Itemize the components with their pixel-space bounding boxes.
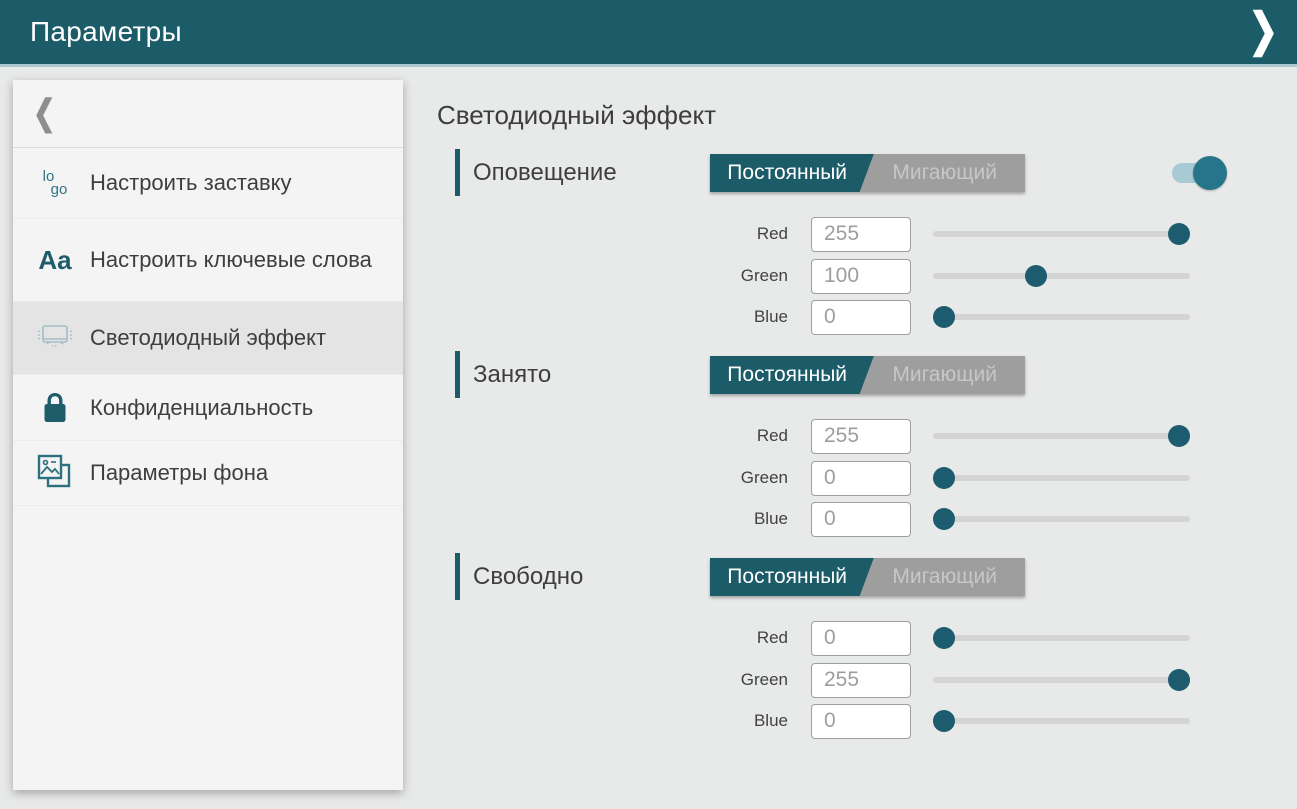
- blue-slider[interactable]: [933, 306, 1190, 328]
- toggle-knob: [1193, 156, 1227, 190]
- sidebar-item-keywords[interactable]: Aa Настроить ключевые слова: [13, 219, 403, 302]
- slider-thumb[interactable]: [1168, 223, 1190, 245]
- mode-blinking-option[interactable]: Мигающий: [864, 356, 1025, 394]
- red-label: Red: [455, 224, 788, 244]
- green-label: Green: [455, 468, 788, 488]
- lock-icon: [33, 391, 77, 425]
- section-accent-bar: [455, 149, 460, 196]
- sidebar-item-label: Настроить заставку: [90, 170, 292, 196]
- red-slider[interactable]: [933, 627, 1190, 649]
- channel-row-green: Green: [455, 255, 1190, 297]
- sidebar: ❮ logo Настроить заставку Aa Настроить к…: [13, 80, 403, 790]
- blue-label: Blue: [455, 711, 788, 731]
- blue-slider[interactable]: [933, 710, 1190, 732]
- alert-enabled-toggle[interactable]: [1172, 155, 1232, 191]
- header-bar: Параметры ❯: [0, 0, 1297, 67]
- section-accent-bar: [455, 553, 460, 600]
- section-alert: Оповещение Постоянный Мигающий Red Green: [455, 149, 1297, 349]
- red-value-input[interactable]: [811, 217, 911, 252]
- sidebar-item-label: Настроить ключевые слова: [90, 247, 372, 273]
- section-free: Свободно Постоянный Мигающий Red Green B…: [455, 553, 1297, 753]
- blue-label: Blue: [455, 509, 788, 529]
- mode-segmented-control: Постоянный Мигающий: [710, 558, 1025, 596]
- green-value-input[interactable]: [811, 259, 911, 294]
- slider-thumb[interactable]: [933, 710, 955, 732]
- mode-segmented-control: Постоянный Мигающий: [710, 356, 1025, 394]
- mode-solid-option[interactable]: Постоянный: [710, 356, 864, 394]
- channel-row-blue: Blue: [455, 498, 1190, 540]
- channel-row-blue: Blue: [455, 296, 1190, 338]
- sidebar-item-label: Светодиодный эффект: [90, 325, 326, 351]
- channel-row-red: Red: [455, 617, 1190, 659]
- sidebar-item-background[interactable]: Параметры фона: [13, 441, 403, 506]
- mode-solid-option[interactable]: Постоянный: [710, 558, 864, 596]
- section-busy: Занято Постоянный Мигающий Red Green Blu…: [455, 351, 1297, 551]
- keywords-icon: Aa: [33, 247, 77, 273]
- sidebar-item-privacy[interactable]: Конфиденциальность: [13, 375, 403, 441]
- slider-track: [933, 231, 1190, 237]
- content-title: Светодиодный эффект: [437, 100, 716, 131]
- green-slider[interactable]: [933, 669, 1190, 691]
- red-slider[interactable]: [933, 425, 1190, 447]
- blue-value-input[interactable]: [811, 704, 911, 739]
- slider-thumb[interactable]: [1025, 265, 1047, 287]
- red-value-input[interactable]: [811, 621, 911, 656]
- red-label: Red: [455, 628, 788, 648]
- section-label: Свободно: [473, 553, 583, 600]
- sidebar-item-label: Конфиденциальность: [90, 395, 313, 421]
- blue-value-input[interactable]: [811, 300, 911, 335]
- slider-track: [933, 433, 1190, 439]
- channel-row-green: Green: [455, 659, 1190, 701]
- red-label: Red: [455, 426, 788, 446]
- slider-track: [933, 516, 1190, 522]
- mode-blinking-option[interactable]: Мигающий: [864, 154, 1025, 192]
- red-slider[interactable]: [933, 223, 1190, 245]
- background-images-icon: [33, 452, 77, 494]
- slider-track: [933, 314, 1190, 320]
- channel-row-red: Red: [455, 415, 1190, 457]
- slider-thumb[interactable]: [933, 306, 955, 328]
- slider-track: [933, 475, 1190, 481]
- blue-label: Blue: [455, 307, 788, 327]
- slider-track: [933, 718, 1190, 724]
- channel-row-blue: Blue: [455, 700, 1190, 742]
- led-screen-icon: [33, 323, 77, 353]
- slider-thumb[interactable]: [1168, 425, 1190, 447]
- mode-segmented-control: Постоянный Мигающий: [710, 154, 1025, 192]
- green-label: Green: [455, 266, 788, 286]
- green-label: Green: [455, 670, 788, 690]
- page-title: Параметры: [30, 16, 182, 48]
- sidebar-back-button[interactable]: ❮: [13, 80, 403, 148]
- slider-thumb[interactable]: [1168, 669, 1190, 691]
- red-value-input[interactable]: [811, 419, 911, 454]
- slider-track: [933, 677, 1190, 683]
- slider-thumb[interactable]: [933, 508, 955, 530]
- blue-slider[interactable]: [933, 508, 1190, 530]
- mode-blinking-option[interactable]: Мигающий: [864, 558, 1025, 596]
- slider-track: [933, 273, 1190, 279]
- blue-value-input[interactable]: [811, 502, 911, 537]
- main-content: Светодиодный эффект Оповещение Постоянны…: [415, 67, 1297, 809]
- slider-thumb[interactable]: [933, 467, 955, 489]
- sidebar-item-led-effect[interactable]: Светодиодный эффект: [13, 302, 403, 375]
- green-slider[interactable]: [933, 265, 1190, 287]
- section-accent-bar: [455, 351, 460, 398]
- slider-track: [933, 635, 1190, 641]
- logo-icon: logo: [33, 170, 77, 196]
- channel-row-red: Red: [455, 213, 1190, 255]
- green-value-input[interactable]: [811, 663, 911, 698]
- chevron-left-icon: ❮: [33, 96, 56, 131]
- section-label: Занято: [473, 351, 551, 398]
- green-value-input[interactable]: [811, 461, 911, 496]
- slider-thumb[interactable]: [933, 627, 955, 649]
- sidebar-item-splash-screen[interactable]: logo Настроить заставку: [13, 148, 403, 219]
- green-slider[interactable]: [933, 467, 1190, 489]
- section-label: Оповещение: [473, 149, 617, 196]
- sidebar-item-label: Параметры фона: [90, 460, 268, 486]
- chevron-right-icon[interactable]: ❯: [1248, 8, 1278, 54]
- mode-solid-option[interactable]: Постоянный: [710, 154, 864, 192]
- channel-row-green: Green: [455, 457, 1190, 499]
